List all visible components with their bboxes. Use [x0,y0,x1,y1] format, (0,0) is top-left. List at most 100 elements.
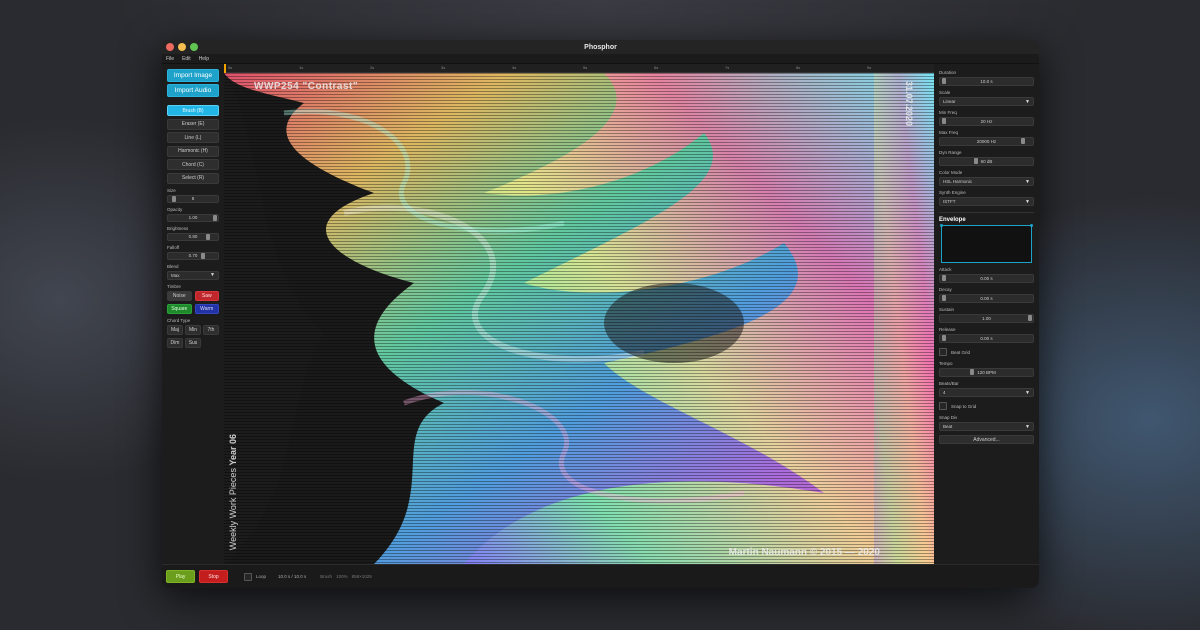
sustain-value: 1.00 [982,316,991,321]
artwork-series-year: Year 06 [228,433,238,466]
beat-grid-checkbox[interactable] [939,348,947,356]
attack-label: Attack [939,267,952,272]
snap-to-grid-checkbox[interactable] [939,402,947,410]
time-readout: 10.0 s / 10.0 s [278,574,307,579]
loop-checkbox[interactable] [244,572,252,581]
window-title: Phosphor [584,43,617,51]
snap-to-grid-toggle[interactable]: Snap to Grid [939,402,1034,410]
blend-select[interactable]: Max ▼ [167,270,219,280]
falloff-label: Falloff [167,244,180,250]
spectrogram-artwork[interactable]: WWP254 "Contrast" 31.07.2020 Weekly Work… [224,73,934,564]
chord-maj-button[interactable]: Maj [167,324,183,335]
synth-engine-value: ISTFT [943,199,956,204]
time-ruler[interactable]: 0s 1s 2s 3s 4s 5s 6s 7s 8s 9s [224,64,934,73]
timbre-saw-button[interactable]: Saw [194,290,219,301]
envelope-point[interactable] [1030,224,1033,227]
tool-select[interactable]: Select (R) [167,172,219,184]
play-button[interactable]: Play [166,570,195,583]
chord-sus-button[interactable]: Sus [185,337,201,348]
envelope-point[interactable] [940,224,943,227]
timbre-warm-button[interactable]: Warm [194,303,219,314]
timbre-square-button[interactable]: Square [167,303,192,314]
zoom-window-button[interactable] [190,43,198,51]
tool-chord[interactable]: Chord (C) [167,159,219,170]
status-tool: Brush [320,574,333,579]
opacity-label: Opacity [167,206,183,212]
artwork-credit: Martin Naumann © 2015 — 2020 [728,547,880,558]
snap-div-select[interactable]: Beat ▼ [939,422,1034,431]
ruler-tick: 9s [867,65,872,70]
scale-value: Linear [943,99,956,104]
size-label: Size [167,187,176,193]
menu-help[interactable]: Help [199,56,209,62]
close-window-button[interactable] [166,43,174,51]
chord-dim-button[interactable]: Dim [167,337,183,348]
advanced-button[interactable]: Advanced... [939,435,1034,444]
menu-edit[interactable]: Edit [182,56,191,62]
import-audio-button[interactable]: Import Audio [167,84,219,97]
decay-label: Decay [939,287,952,292]
chevron-down-icon: ▼ [1025,198,1030,205]
spectrogram-canvas-area: 0s 1s 2s 3s 4s 5s 6s 7s 8s 9s WWP254 "Co… [224,64,934,564]
stop-button[interactable]: Stop [199,570,228,583]
scale-label: Scale [939,90,951,95]
timbre-noise-button[interactable]: Noise [167,290,192,301]
duration-label: Duration [939,70,957,75]
dyn-range-label: Dyn Range [939,150,962,155]
attack-value: 0.00 s [980,276,993,281]
tool-harmonic[interactable]: Harmonic (H) [167,145,219,157]
chord-min-button[interactable]: Min [185,324,201,335]
chevron-down-icon: ▼ [1025,98,1030,105]
release-slider[interactable]: 0.00 s [939,334,1034,343]
menu-file[interactable]: File [166,56,174,62]
min-freq-value: 20 Hz [980,119,993,124]
minimize-window-button[interactable] [178,43,186,51]
color-mode-value: HSL Harmonic [943,179,973,184]
duration-value: 10.0 s [980,79,993,84]
tool-eraser[interactable]: Eraser (E) [167,118,219,130]
menu-bar: File Edit Help [162,54,1039,64]
opacity-slider[interactable]: 1.00 [167,213,219,222]
release-label: Release [939,327,956,332]
duration-slider[interactable]: 10.0 s [939,77,1034,86]
chord-7th-button[interactable]: 7th [203,324,219,335]
tempo-slider[interactable]: 120 BPM [939,368,1034,377]
synth-engine-label: Synth Engine [939,190,966,195]
color-mode-select[interactable]: HSL Harmonic ▼ [939,177,1034,186]
beats-bar-select[interactable]: 4 ▼ [939,388,1034,397]
chord-type-label: Chord Type [167,317,191,323]
color-mode-label: Color Mode [939,170,963,175]
playhead[interactable] [224,64,226,73]
attack-slider[interactable]: 0.00 s [939,274,1034,283]
sustain-slider[interactable]: 1.00 [939,314,1034,323]
brightness-slider[interactable]: 0.80 [167,232,219,241]
snap-div-label: Snap Div [939,415,958,420]
tool-line[interactable]: Line (L) [167,132,219,143]
scale-select[interactable]: Linear ▼ [939,97,1034,106]
dyn-range-slider[interactable]: 60 dB [939,157,1034,166]
window-controls [166,43,198,51]
blend-label: Blend [167,263,179,269]
app-window: Phosphor File Edit Help Import Image Imp… [162,40,1039,588]
brightness-value: 0.80 [188,234,198,239]
envelope-editor[interactable] [940,224,1033,263]
import-image-button[interactable]: Import Image [167,69,219,82]
decay-value: 0.00 s [980,296,993,301]
size-slider[interactable]: 8 [167,194,219,203]
chevron-down-icon: ▼ [1025,423,1030,430]
decay-slider[interactable]: 0.00 s [939,294,1034,303]
dyn-range-value: 60 dB [980,159,993,164]
falloff-slider[interactable]: 0.70 [167,251,219,260]
ruler-tick: 6s [654,65,659,70]
max-freq-label: Max Freq [939,130,959,135]
tool-brush[interactable]: Brush (B) [167,105,219,116]
beats-bar-label: Beats/Bar [939,381,959,386]
ruler-tick: 0s [228,65,233,70]
max-freq-slider[interactable]: 20000 Hz [939,137,1034,146]
falloff-value: 0.70 [188,253,198,258]
min-freq-slider[interactable]: 20 Hz [939,117,1034,126]
loop-toggle[interactable]: Loop [244,572,266,581]
title-bar: Phosphor [162,40,1039,54]
beat-grid-toggle[interactable]: Beat Grid [939,348,1034,356]
synth-engine-select[interactable]: ISTFT ▼ [939,197,1034,206]
